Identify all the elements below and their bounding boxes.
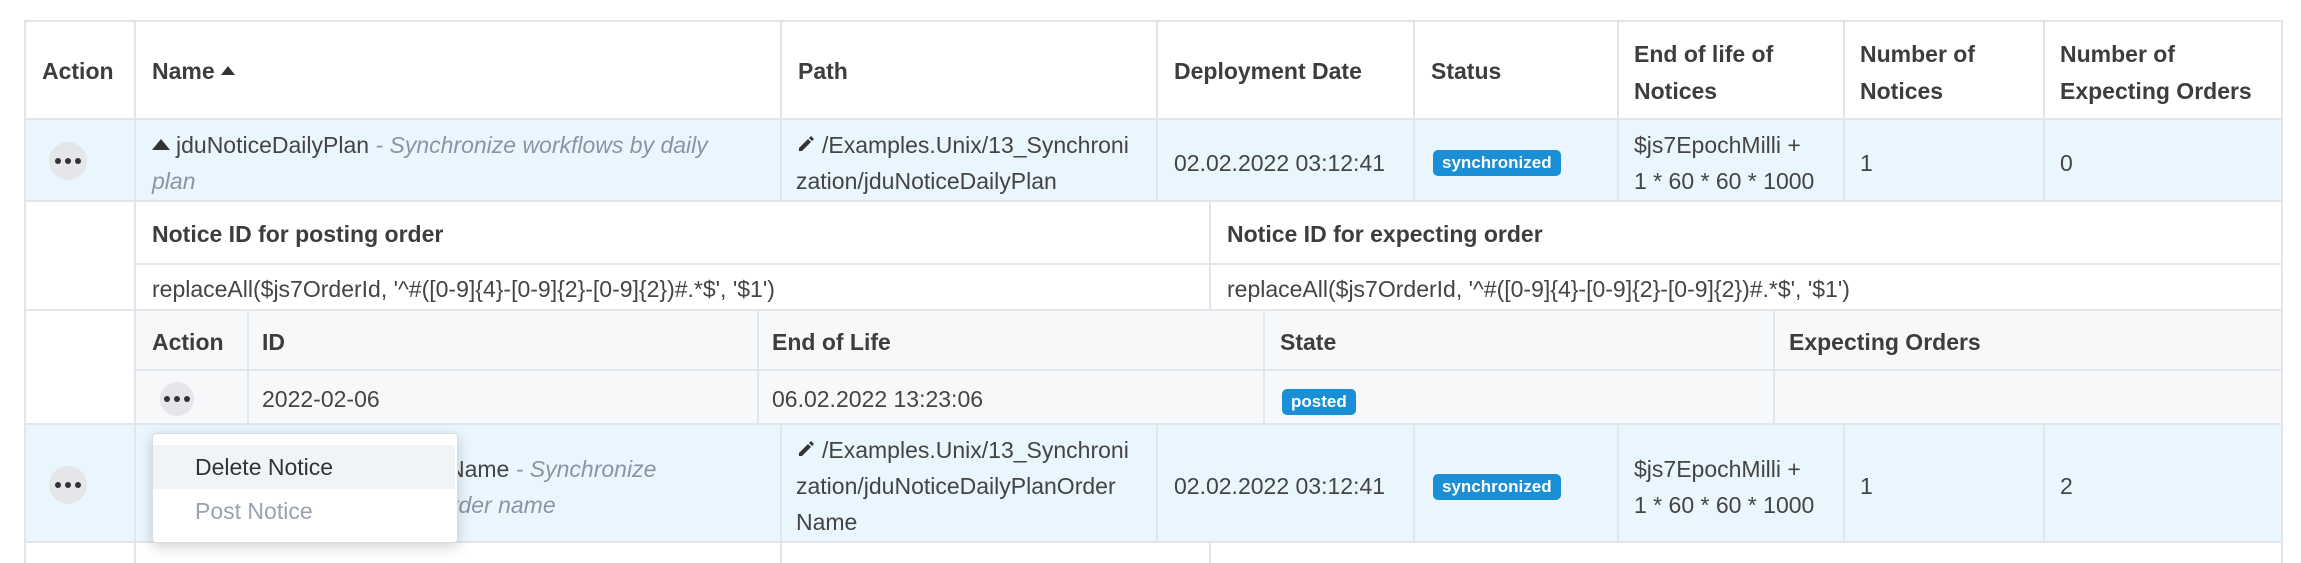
end-of-life-cell: $js7EpochMilli + 1 * 60 * 60 * 1000: [1634, 451, 1814, 523]
posting-notice-id-value: replaceAll($js7OrderId, '^#([0-9]{4}-[0-…: [152, 276, 775, 302]
path-line2[interactable]: zation/jduNoticeDailyPlan: [796, 168, 1057, 194]
column-header-number-of-expecting-orders-line1: Number of: [2060, 41, 2175, 67]
board-description-cont: plan: [152, 168, 196, 194]
notices-header-end-of-life: End of Life: [772, 329, 891, 355]
number-of-notices: 1: [1860, 473, 1873, 499]
end-of-life-line1: $js7EpochMilli +: [1634, 132, 1801, 158]
board-name-cell: jduNoticeDailyPlan - Synchronize workflo…: [152, 127, 752, 199]
column-header-end-of-life-line2: Notices: [1634, 78, 1718, 104]
board-description: - Synchronize workflows by daily: [369, 132, 708, 158]
end-of-life-cell: $js7EpochMilli + 1 * 60 * 60 * 1000: [1634, 127, 1814, 199]
column-header-path[interactable]: Path: [798, 53, 848, 90]
column-header-action: Action: [42, 58, 114, 84]
notices-header-id: ID: [262, 329, 285, 355]
status-badge: synchronized: [1433, 474, 1561, 500]
end-of-life-line1: $js7EpochMilli +: [1634, 456, 1801, 482]
notice-context-menu: Delete Notice Post Notice: [152, 433, 458, 543]
board-name[interactable]: jduNoticeDailyPlan: [176, 132, 369, 158]
column-header-end-of-life[interactable]: End of life of Notices: [1634, 36, 1773, 110]
column-header-number-of-notices-line1: Number of: [1860, 41, 1975, 67]
notices-header-state: State: [1280, 329, 1337, 355]
deployment-date: 02.02.2022 03:12:41: [1174, 473, 1386, 499]
board-description: - Synchronize: [509, 456, 657, 482]
post-notice-menu-item[interactable]: Post Notice: [153, 489, 455, 533]
notices-header-expecting-orders: Expecting Orders: [1789, 329, 1981, 355]
path-line1[interactable]: /Examples.Unix/13_Synchroni: [822, 437, 1129, 463]
number-of-notices: 1: [1860, 150, 1873, 176]
collapse-icon[interactable]: [152, 139, 170, 150]
notices-row-bg: [136, 371, 2281, 425]
edit-icon[interactable]: [796, 439, 816, 459]
number-of-expecting-orders: 2: [2060, 473, 2073, 499]
status-badge: synchronized: [1433, 150, 1561, 176]
column-header-name-label: Name: [152, 58, 215, 84]
edit-icon[interactable]: [796, 134, 816, 154]
path-line2[interactable]: zation/jduNoticeDailyPlanOrder: [796, 473, 1116, 499]
posting-notice-id-header: Notice ID for posting order: [152, 221, 444, 247]
column-header-name[interactable]: Name: [152, 53, 235, 90]
sort-up-icon: [220, 66, 235, 76]
path-line1[interactable]: /Examples.Unix/13_Synchroni: [822, 132, 1129, 158]
path-cell: /Examples.Unix/13_Synchroni zation/jduNo…: [796, 127, 1129, 199]
column-header-number-of-notices[interactable]: Number of Notices: [1860, 36, 1975, 110]
notice-end-of-life: 06.02.2022 13:23:06: [772, 386, 984, 412]
column-header-end-of-life-line1: End of life of: [1634, 41, 1774, 67]
more-actions-icon[interactable]: [49, 142, 87, 180]
notice-id: 2022-02-06: [262, 386, 380, 412]
column-header-number-of-expecting-orders[interactable]: Number of Expecting Orders: [2060, 36, 2252, 110]
column-header-number-of-expecting-orders-line2: Expecting Orders: [2060, 78, 2252, 104]
delete-notice-menu-item[interactable]: Delete Notice: [153, 445, 455, 489]
expecting-notice-id-value: replaceAll($js7OrderId, '^#([0-9]{4}-[0-…: [1227, 276, 1850, 302]
notices-header-action: Action: [152, 329, 224, 355]
notice-state-badge: posted: [1282, 389, 1356, 415]
path-cell: /Examples.Unix/13_Synchroni zation/jduNo…: [796, 432, 1129, 540]
column-header-number-of-notices-line2: Notices: [1860, 78, 1944, 104]
notice-more-actions-icon[interactable]: [160, 382, 194, 416]
more-actions-icon[interactable]: [49, 466, 87, 504]
column-header-deployment-date[interactable]: Deployment Date: [1174, 53, 1362, 90]
end-of-life-line2: 1 * 60 * 60 * 1000: [1634, 168, 1815, 194]
column-header-status[interactable]: Status: [1431, 53, 1501, 90]
deployment-date: 02.02.2022 03:12:41: [1174, 150, 1386, 176]
path-line3[interactable]: Name: [796, 509, 857, 535]
number-of-expecting-orders: 0: [2060, 150, 2073, 176]
end-of-life-line2: 1 * 60 * 60 * 1000: [1634, 492, 1815, 518]
expecting-notice-id-header: Notice ID for expecting order: [1227, 221, 1543, 247]
